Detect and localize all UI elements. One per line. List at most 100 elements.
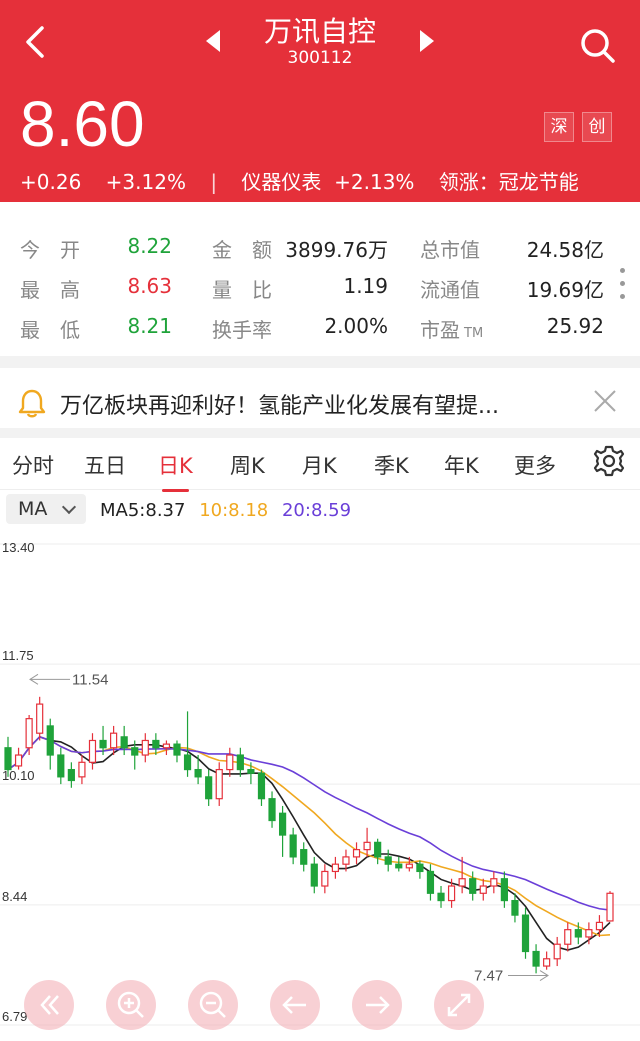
tab-monthly-k[interactable]: 月K	[302, 450, 337, 480]
tab-more[interactable]: 更多	[514, 450, 556, 480]
candle-body	[521, 914, 530, 953]
candle-body	[247, 768, 255, 774]
candle-body	[14, 754, 23, 767]
candle-body	[553, 943, 561, 960]
news-banner[interactable]: 万亿板块再迎利好！氢能产业化发展有望提...	[0, 370, 640, 436]
zoom-out-icon	[199, 991, 226, 1018]
stat-volume-ratio-value: 1.19	[343, 274, 388, 298]
stat-low-label: 最 低	[20, 318, 80, 342]
candle-body	[543, 958, 551, 967]
kline-chart[interactable]: 13.4011.7510.108.446.7911.547.47	[0, 530, 640, 1041]
candle-body	[405, 863, 413, 869]
stat-volume-ratio: 量 比 1.19	[212, 274, 388, 303]
candle-body	[352, 849, 361, 858]
close-icon[interactable]	[592, 388, 618, 414]
ma5-line	[7, 735, 611, 951]
stat-pe-label: 市盈	[420, 318, 460, 342]
tab-daily-k[interactable]: 日K	[158, 450, 193, 492]
candle-body	[162, 743, 171, 749]
tab-five-day[interactable]: 五日	[84, 450, 126, 480]
candle-body	[152, 739, 160, 749]
ma-values: MA5:8.37 10:8.18 20:8.59	[100, 500, 359, 521]
chevron-down-icon	[61, 499, 77, 515]
price-change: +0.26	[20, 170, 82, 194]
ma10-value: 10:8.18	[199, 500, 269, 521]
bell-icon	[18, 389, 46, 418]
zoom-in-icon	[117, 991, 144, 1018]
candle-body	[363, 841, 371, 851]
stat-pe-value: 25.92	[546, 314, 604, 338]
stat-high: 最 高 8.63	[20, 274, 172, 303]
candle-body	[88, 739, 97, 763]
candle-body	[131, 747, 139, 756]
zoom-out-button[interactable]	[188, 980, 238, 1030]
ma10-line	[7, 735, 611, 937]
stat-open: 今 开 8.22	[20, 234, 172, 263]
scroll-left-button[interactable]	[270, 980, 320, 1030]
stock-code: 300112	[287, 48, 353, 68]
sector-name: 仪器仪表	[241, 170, 322, 194]
search-icon[interactable]	[578, 26, 618, 66]
stat-low: 最 低 8.21	[20, 314, 172, 343]
section-divider	[0, 356, 640, 368]
stat-amount: 金 额 3899.76万	[212, 234, 388, 263]
arrow-left-icon	[282, 996, 306, 1014]
y-tick-label: 8.44	[2, 889, 27, 904]
stat-pe: 市盈 TM 25.92	[420, 314, 604, 343]
stat-market-cap-value: 24.58亿	[526, 238, 604, 262]
ma-selector-label: MA	[18, 498, 48, 520]
first-page-button[interactable]	[24, 980, 74, 1030]
quote-line: +0.26 +3.12% | 仪器仪表 +2.13% 领涨：冠龙节能	[20, 166, 597, 195]
candle-body	[300, 849, 308, 865]
more-stats-icon[interactable]	[620, 268, 626, 308]
y-tick-label: 13.40	[2, 540, 35, 555]
price-change-pct: +3.12%	[105, 170, 186, 194]
stat-float-cap-label: 流通值	[420, 278, 480, 302]
section-divider	[0, 428, 640, 438]
y-tick-label: 10.10	[2, 768, 35, 783]
first-page-icon	[40, 995, 59, 1015]
candle-body	[268, 798, 276, 822]
sector-link[interactable]: 仪器仪表 +2.13%	[241, 170, 414, 194]
stat-high-value: 8.63	[127, 274, 172, 298]
sector-leader[interactable]: 领涨：冠龙节能	[439, 170, 579, 194]
candle-body	[278, 812, 287, 836]
fullscreen-button[interactable]	[434, 980, 484, 1030]
ma-indicator-bar: MA MA5:8.37 10:8.18 20:8.59	[0, 490, 640, 530]
gear-icon[interactable]	[592, 444, 626, 478]
stat-turnover-value: 2.00%	[324, 314, 388, 338]
stat-low-value: 8.21	[127, 314, 172, 338]
tab-yearly-k[interactable]: 年K	[444, 450, 479, 480]
candle-body	[416, 863, 424, 873]
period-tabs: 分时 五日 日K 周K 月K 季K 年K 更多	[0, 438, 640, 492]
candle-body	[595, 921, 604, 931]
candle-body	[120, 736, 128, 749]
candle-body	[511, 899, 519, 916]
news-headline[interactable]: 万亿板块再迎利好！氢能产业化发展有望提...	[60, 388, 499, 420]
candle-body	[25, 718, 33, 749]
next-stock-icon[interactable]	[420, 30, 434, 52]
high-marker-label: 11.54	[72, 671, 108, 688]
candle-body	[57, 754, 65, 778]
stat-amount-value: 3899.76万	[285, 238, 388, 262]
candle-body	[321, 870, 329, 887]
candle-body	[490, 878, 498, 887]
candle-body	[479, 885, 487, 894]
stat-turnover: 换手率 2.00%	[212, 314, 388, 343]
candle-body	[342, 856, 350, 865]
candle-body	[574, 929, 582, 938]
candle-body	[564, 929, 572, 945]
ma-selector[interactable]: MA	[6, 494, 86, 524]
tab-quarterly-k[interactable]: 季K	[374, 450, 409, 480]
tab-weekly-k[interactable]: 周K	[230, 450, 265, 480]
scroll-right-button[interactable]	[352, 980, 402, 1030]
candle-body	[36, 703, 44, 734]
candle-body	[226, 754, 234, 771]
exchange-tag: 深	[544, 112, 574, 142]
candle-body	[395, 863, 403, 869]
tab-intraday[interactable]: 分时	[12, 450, 54, 480]
candle-body	[173, 743, 181, 756]
zoom-in-button[interactable]	[106, 980, 156, 1030]
candle-body	[67, 768, 75, 782]
candle-body	[374, 841, 382, 858]
